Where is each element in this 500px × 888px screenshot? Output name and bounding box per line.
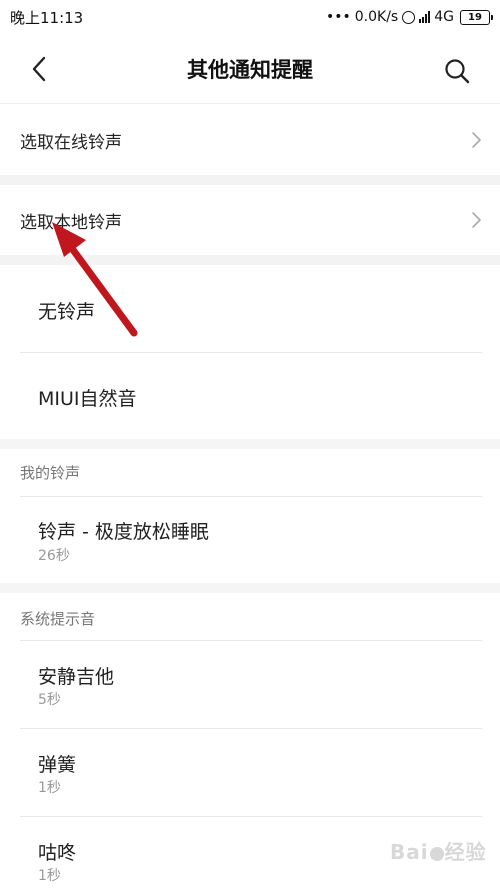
section-gap — [0, 255, 500, 265]
pick-online-ringtone-label: 选取在线铃声 — [20, 132, 122, 153]
sound-item[interactable]: 弹簧 1秒 — [0, 729, 500, 815]
status-time: 晚上11:13 — [10, 8, 84, 27]
option-miui-natural[interactable]: MIUI自然音 — [0, 353, 500, 439]
section-my-ringtones: 我的铃声 — [20, 464, 81, 482]
signal-icon — [419, 11, 431, 23]
status-icons: ••• 0.0K/s 4G 19 — [325, 9, 493, 25]
option-no-ringtone[interactable]: 无铃声 — [0, 265, 500, 352]
back-button[interactable] — [24, 54, 54, 84]
battery-level: 19 — [468, 11, 482, 23]
page-title: 其他通知提醒 — [187, 57, 313, 82]
sound-item-label: 弹簧 — [38, 754, 77, 776]
sound-item-duration: 1秒 — [38, 780, 61, 796]
section-system-sounds: 系统提示音 — [20, 610, 96, 628]
title-bar: 其他通知提醒 — [0, 34, 500, 104]
network-type: 4G — [434, 9, 454, 25]
section-gap — [0, 439, 500, 449]
section-gap — [0, 175, 500, 185]
baidu-watermark: Bai 经验 — [390, 836, 487, 865]
section-gap — [0, 583, 500, 593]
watermark-text-right: 经验 — [444, 840, 487, 864]
option-no-ringtone-label: 无铃声 — [38, 301, 96, 323]
status-dots: ••• — [325, 9, 351, 25]
ringtone-item[interactable]: 铃声 - 极度放松睡眠 26秒 — [0, 497, 500, 583]
paw-icon — [429, 847, 444, 861]
search-icon — [445, 59, 470, 84]
option-miui-natural-label: MIUI自然音 — [38, 388, 137, 410]
sound-item-label: 安静吉他 — [38, 666, 115, 688]
pick-local-ringtone-label: 选取本地铃声 — [20, 212, 122, 233]
network-speed: 0.0K/s — [354, 9, 399, 25]
ringtone-item-label: 铃声 - 极度放松睡眠 — [38, 521, 209, 543]
pick-local-ringtone[interactable]: 选取本地铃声 — [0, 185, 500, 255]
alarm-icon — [402, 10, 416, 24]
battery-icon: 19 — [460, 9, 493, 25]
ringtone-item-duration: 26秒 — [38, 548, 70, 564]
chevron-right-icon — [472, 212, 481, 228]
sound-item-label: 咕咚 — [38, 842, 77, 864]
sound-item-duration: 1秒 — [38, 868, 61, 884]
status-bar: 晚上11:13 ••• 0.0K/s 4G 19 — [0, 0, 500, 34]
sound-item[interactable]: 安静吉他 5秒 — [0, 641, 500, 727]
watermark-text-left: Bai — [390, 840, 429, 864]
pick-online-ringtone[interactable]: 选取在线铃声 — [0, 105, 500, 175]
sound-item-duration: 5秒 — [38, 692, 61, 708]
chevron-left-icon — [32, 56, 46, 82]
chevron-right-icon — [472, 132, 481, 148]
search-button[interactable] — [440, 54, 474, 88]
